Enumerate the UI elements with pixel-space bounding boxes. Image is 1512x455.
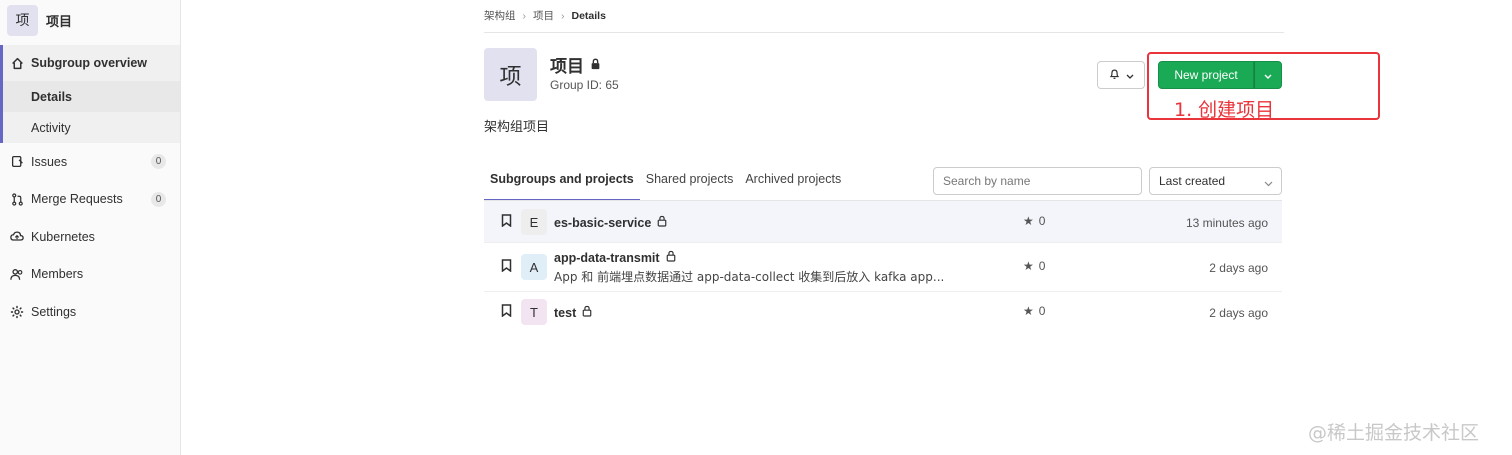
breadcrumb-group[interactable]: 项目 bbox=[533, 8, 554, 23]
sidebar-item-label: Settings bbox=[31, 304, 77, 319]
star-count-value: 0 bbox=[1038, 214, 1046, 228]
issues-count-badge: 0 bbox=[151, 154, 166, 170]
sidebar-item-details[interactable]: Details bbox=[3, 81, 180, 112]
bookmark-icon[interactable] bbox=[501, 259, 512, 275]
sidebar-item-settings[interactable]: Settings bbox=[0, 293, 180, 331]
tab-bar: Subgroups and projects Shared projects A… bbox=[484, 164, 847, 201]
cloud-icon bbox=[10, 230, 24, 244]
sidebar-item-activity[interactable]: Activity bbox=[3, 112, 180, 143]
lock-icon bbox=[582, 305, 592, 320]
home-icon bbox=[10, 56, 24, 70]
merge-request-icon bbox=[10, 192, 24, 206]
sidebar-title: 项目 bbox=[46, 14, 73, 30]
chevron-right-icon: › bbox=[561, 9, 565, 22]
group-avatar: 项 bbox=[484, 48, 537, 101]
star-count: ★ 0 bbox=[1023, 259, 1045, 273]
project-name[interactable]: test bbox=[554, 305, 592, 320]
project-name-text: app-data-transmit bbox=[554, 250, 660, 265]
sort-dropdown[interactable]: Last created bbox=[1149, 167, 1282, 195]
star-count-value: 0 bbox=[1038, 259, 1046, 273]
chevron-right-icon: › bbox=[522, 9, 527, 22]
bookmark-icon[interactable] bbox=[501, 304, 512, 320]
table-row[interactable]: A app-data-transmit App 和 前端埋点数据通过 app-d… bbox=[484, 243, 1282, 292]
sidebar-item-label: Subgroup overview bbox=[31, 56, 147, 70]
sidebar-item-label: Members bbox=[31, 267, 84, 282]
project-name[interactable]: app-data-transmit bbox=[554, 250, 676, 265]
issues-icon bbox=[10, 155, 24, 169]
page-title: 项目 bbox=[550, 52, 601, 77]
chevron-down-icon bbox=[1264, 176, 1273, 190]
project-name-text: es-basic-service bbox=[554, 215, 652, 230]
tab-archived-projects[interactable]: Archived projects bbox=[739, 164, 847, 201]
group-description: 架构组项目 bbox=[484, 120, 550, 135]
breadcrumb-current[interactable]: Details bbox=[572, 10, 606, 22]
lock-icon bbox=[590, 55, 601, 75]
table-row[interactable]: E es-basic-service ★ 0 13 minutes ago bbox=[484, 201, 1282, 243]
sidebar-header[interactable]: 项 项目 bbox=[0, 0, 180, 40]
updated-time: 2 days ago bbox=[1209, 306, 1268, 320]
star-count-value: 0 bbox=[1038, 304, 1046, 318]
sidebar-item-kubernetes[interactable]: Kubernetes bbox=[0, 218, 180, 256]
mr-count-badge: 0 bbox=[151, 191, 166, 207]
star-icon: ★ bbox=[1023, 259, 1034, 273]
star-count: ★ 0 bbox=[1023, 214, 1045, 228]
sidebar-group-overview: Subgroup overview Details Activity bbox=[0, 45, 180, 143]
watermark: @稀土掘金技术社区 bbox=[1308, 422, 1480, 444]
sidebar-item-subgroup-overview[interactable]: Subgroup overview bbox=[3, 45, 180, 81]
users-icon bbox=[10, 267, 24, 281]
table-row[interactable]: T test ★ 0 2 days ago bbox=[484, 292, 1282, 334]
sidebar-item-merge-requests[interactable]: Merge Requests 0 bbox=[0, 181, 180, 219]
group-id: Group ID: 65 bbox=[550, 78, 619, 92]
sidebar-item-label: Kubernetes bbox=[31, 229, 95, 244]
bell-icon bbox=[1109, 68, 1120, 83]
updated-time: 13 minutes ago bbox=[1185, 216, 1268, 230]
sort-selected-value: Last created bbox=[1159, 174, 1226, 188]
divider bbox=[484, 32, 1284, 33]
project-description: App 和 前端埋点数据通过 app-data-collect 收集到后放入 k… bbox=[554, 270, 945, 284]
sidebar-item-issues[interactable]: Issues 0 bbox=[0, 143, 180, 181]
sidebar: 项 项目 Subgroup overview Details Activity … bbox=[0, 0, 181, 455]
star-count: ★ 0 bbox=[1023, 304, 1045, 318]
search-input[interactable]: Search by name bbox=[933, 167, 1142, 195]
annotation-text: 1. 创建项目 bbox=[1174, 99, 1275, 121]
updated-time: 2 days ago bbox=[1209, 261, 1268, 275]
chevron-down-icon bbox=[1126, 68, 1134, 83]
sidebar-item-members[interactable]: Members bbox=[0, 256, 180, 294]
project-avatar: E bbox=[521, 209, 547, 235]
lock-icon bbox=[657, 215, 667, 230]
group-name: 项目 bbox=[550, 57, 584, 77]
project-name-text: test bbox=[554, 305, 577, 320]
tab-shared-projects[interactable]: Shared projects bbox=[640, 164, 740, 201]
star-icon: ★ bbox=[1023, 214, 1034, 228]
breadcrumb: 架构组 › 项目 › Details bbox=[484, 8, 606, 23]
project-avatar: T bbox=[521, 299, 547, 325]
notification-dropdown-button[interactable] bbox=[1097, 61, 1145, 89]
sidebar-item-label: Issues bbox=[31, 154, 68, 169]
breadcrumb-root[interactable]: 架构组 bbox=[484, 8, 516, 23]
project-avatar: A bbox=[521, 254, 547, 280]
gear-icon bbox=[10, 305, 24, 319]
sidebar-item-label: Merge Requests bbox=[31, 192, 123, 207]
project-name[interactable]: es-basic-service bbox=[554, 215, 667, 230]
star-icon: ★ bbox=[1023, 304, 1034, 318]
lock-icon bbox=[666, 250, 676, 265]
bookmark-icon[interactable] bbox=[501, 214, 512, 230]
group-avatar-small: 项 bbox=[7, 4, 38, 36]
tab-subgroups-and-projects[interactable]: Subgroups and projects bbox=[484, 164, 640, 201]
